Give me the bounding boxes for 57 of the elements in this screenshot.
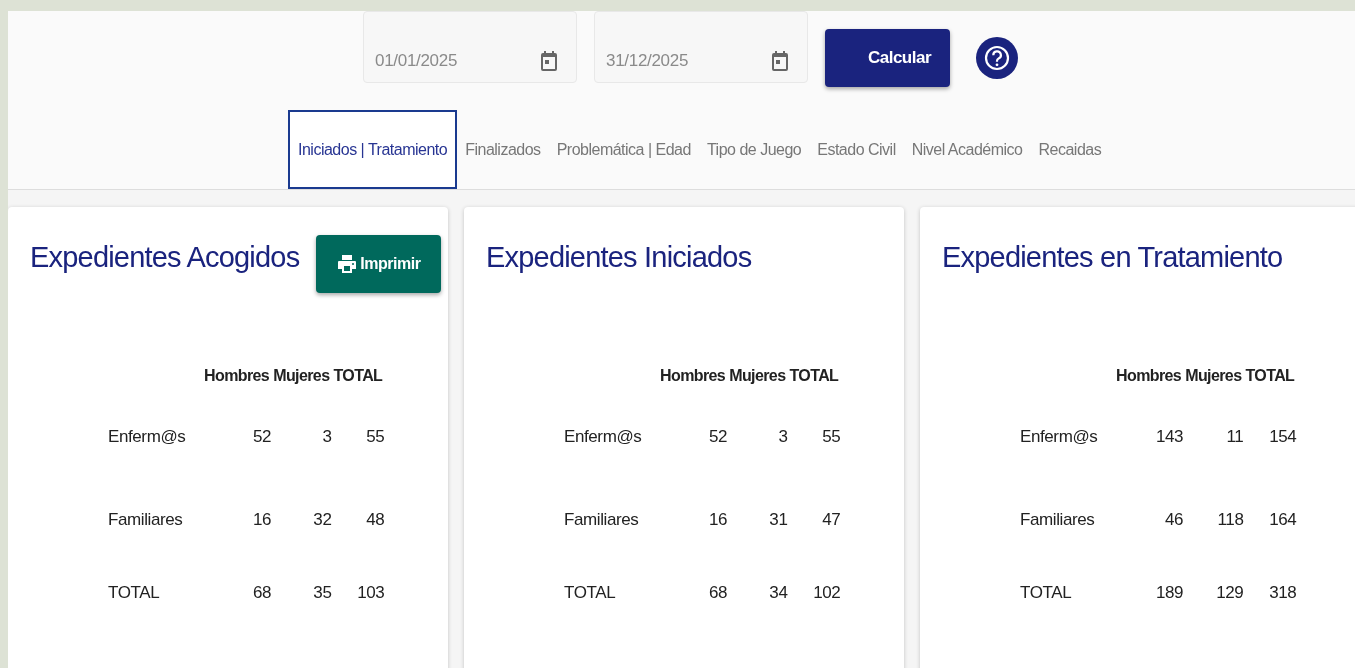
row-label: Familiares <box>108 508 184 531</box>
table-cell: 32 <box>271 483 332 556</box>
column-header: Hombres <box>659 367 727 386</box>
table-cell-text: 68 <box>252 581 272 604</box>
table-cell: 47 <box>787 483 841 556</box>
column-header: Mujeres <box>728 367 787 386</box>
table-cell-text: 52 <box>708 427 728 448</box>
table-cell: 118 <box>1183 483 1244 556</box>
calculate-button[interactable]: Calcular <box>825 29 950 87</box>
table-cell: 48 <box>331 483 385 556</box>
row-label: TOTAL <box>564 581 617 604</box>
row-label: Enferm@s <box>564 427 643 448</box>
table-cell: 164 <box>1243 483 1297 556</box>
card-title: Expedientes Acogidos <box>30 241 300 274</box>
date-field[interactable]: 31/12/2025 <box>594 11 808 83</box>
row-label: Familiares <box>1020 508 1096 531</box>
date-field[interactable]: 01/01/2025 <box>363 11 577 83</box>
table-cell: 129 <box>1183 556 1244 629</box>
column-header: TOTAL <box>332 367 384 386</box>
table-cell: 102 <box>787 556 841 629</box>
table-cell: 55 <box>787 427 841 483</box>
tab[interactable]: Iniciados | Tratamiento <box>288 110 458 189</box>
table-cell-text: 143 <box>1155 427 1184 448</box>
table-cell: 55 <box>331 427 385 483</box>
card-title: Expedientes Iniciados <box>486 241 752 274</box>
calendar-icon[interactable] <box>541 50 557 71</box>
row-label: Familiares <box>564 508 640 531</box>
row-label: TOTAL <box>108 581 161 604</box>
column-header: Hombres <box>1115 367 1183 386</box>
table-cell: 318 <box>1243 556 1297 629</box>
table-cell-text: 16 <box>708 508 728 531</box>
printer-icon <box>337 254 358 274</box>
row-label: Enferm@s <box>108 427 187 448</box>
table-cell: 34 <box>727 556 788 629</box>
calendar-icon[interactable] <box>772 50 788 71</box>
print-button[interactable]: Imprimir <box>316 235 442 293</box>
row-label: Enferm@s <box>1020 427 1099 448</box>
card-title: Expedientes en Tratamiento <box>942 241 1283 274</box>
row-label: TOTAL <box>1020 581 1073 604</box>
table-cell-text: 68 <box>708 581 728 604</box>
table-cell: 3 <box>727 427 788 483</box>
column-header: Mujeres <box>1184 367 1243 386</box>
column-header: TOTAL <box>788 367 840 386</box>
table-cell: 31 <box>727 483 788 556</box>
table-cell: 11 <box>1183 427 1244 483</box>
column-header: TOTAL <box>1244 367 1296 386</box>
table-cell-text: 52 <box>252 427 272 448</box>
help-icon[interactable] <box>976 37 1018 79</box>
column-header: Mujeres <box>272 367 331 386</box>
column-header: Hombres <box>203 367 271 386</box>
table-cell: 103 <box>331 556 385 629</box>
table-cell: 35 <box>271 556 332 629</box>
table-cell-text: 16 <box>252 508 272 531</box>
table-cell: 3 <box>271 427 332 483</box>
table-cell-text: 46 <box>1164 508 1184 531</box>
table-cell: 154 <box>1243 427 1297 483</box>
table-cell-text: 189 <box>1155 581 1184 604</box>
